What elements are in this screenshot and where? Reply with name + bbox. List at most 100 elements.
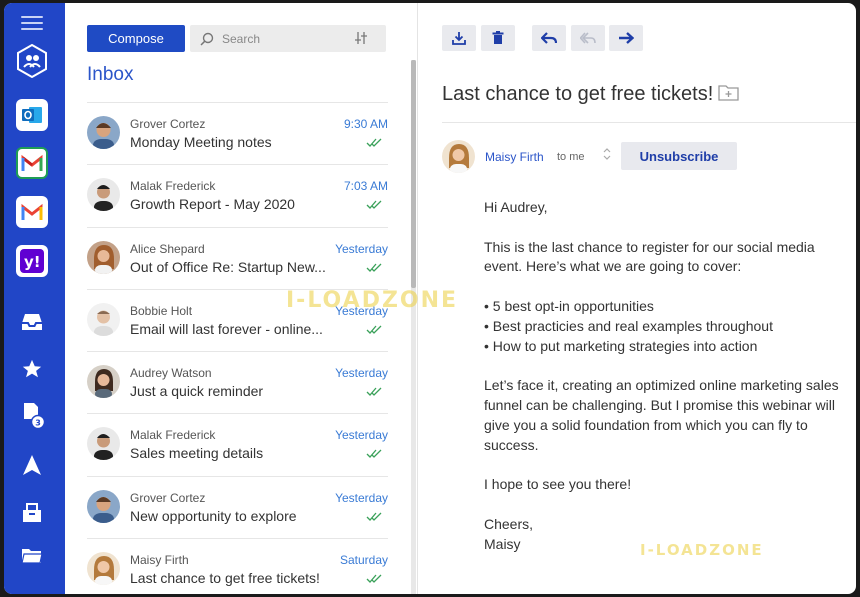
list-item[interactable]: Maisy Firth Last chance to get free tick… <box>87 538 388 594</box>
message-time: Yesterday <box>335 428 388 443</box>
stack-icon[interactable]: 3 <box>16 399 48 431</box>
sender-name: Grover Cortez <box>130 117 206 131</box>
filter-sliders-icon[interactable] <box>354 31 368 45</box>
watermark-text: I-LOADZONE <box>640 541 764 559</box>
sidebar-rail: y! 3 <box>4 3 65 594</box>
avatar <box>87 302 120 336</box>
gmail-icon[interactable] <box>16 196 48 228</box>
mail-app-window: y! 3 Compose Search Inbox Grover Cortez … <box>4 3 856 594</box>
message-subject: Out of Office Re: Startup New... <box>130 258 326 275</box>
message-list: Grover Cortez Monday Meeting notes 9:30 … <box>87 102 388 594</box>
list-item[interactable]: Audrey Watson Just a quick reminder Yest… <box>87 351 388 413</box>
avatar <box>87 365 120 399</box>
sender-name: Bobbie Holt <box>130 303 193 318</box>
double-check-icon <box>366 387 382 397</box>
double-check-icon <box>366 263 382 272</box>
email-body: Hi Audrey, This is the last chance to re… <box>484 198 854 554</box>
body-paragraph: Let’s face it, creating an optimized onl… <box>484 377 839 453</box>
sender-name[interactable]: Maisy Firth <box>485 150 544 164</box>
list-item[interactable]: Grover Cortez Monday Meeting notes 9:30 … <box>87 102 388 164</box>
sender-name: Malak Frederick <box>130 428 216 443</box>
reply-all-button[interactable] <box>571 25 605 51</box>
message-subject: Growth Report - May 2020 <box>130 196 295 213</box>
list-item[interactable]: Malak Frederick Growth Report - May 2020… <box>87 164 388 226</box>
compose-button[interactable]: Compose <box>87 25 185 52</box>
svg-text:3: 3 <box>35 419 41 428</box>
delete-button[interactable] <box>481 25 515 51</box>
star-icon[interactable] <box>16 353 48 385</box>
folder-title: Inbox <box>87 64 134 85</box>
avatar <box>87 178 120 212</box>
avatar <box>87 489 120 523</box>
reply-icon <box>541 32 557 44</box>
recipient-label: to me <box>557 151 585 163</box>
message-time: Yesterday <box>335 490 388 505</box>
search-icon <box>200 32 214 46</box>
message-subject: New opportunity to explore <box>130 507 297 524</box>
gmail-icon[interactable] <box>16 147 48 179</box>
email-subject: Last chance to get free tickets! <box>442 83 714 105</box>
double-check-icon <box>366 138 382 147</box>
double-check-icon <box>366 200 382 210</box>
list-item[interactable]: Malak Frederick Sales meeting details Ye… <box>87 413 388 475</box>
list-scrollbar-thumb[interactable] <box>411 60 416 288</box>
outlook-icon[interactable] <box>16 99 48 131</box>
message-subject: Monday Meeting notes <box>130 134 272 150</box>
reply-button[interactable] <box>532 25 566 51</box>
double-check-icon <box>366 574 382 584</box>
reading-pane: Last chance to get free tickets! Maisy F… <box>417 3 856 594</box>
download-icon <box>452 32 466 45</box>
message-time: Yesterday <box>335 366 388 381</box>
double-check-icon <box>366 512 382 521</box>
add-to-folder-icon[interactable] <box>718 84 740 102</box>
greeting: Hi Audrey, <box>484 199 548 215</box>
message-subject: Last chance to get free tickets! <box>130 570 320 587</box>
avatar <box>87 116 120 149</box>
team-accounts-icon[interactable] <box>16 44 48 78</box>
chevron-up-down-icon[interactable] <box>603 148 611 160</box>
search-placeholder: Search <box>222 31 261 46</box>
message-subject: Email will last forever - online... <box>130 320 323 337</box>
sender-name: Maisy Firth <box>130 553 189 568</box>
double-check-icon <box>366 450 382 459</box>
download-button[interactable] <box>442 25 476 51</box>
message-time: Yesterday <box>335 241 388 256</box>
sender-name: Malak Frederick <box>130 179 216 194</box>
sender-name: Alice Shepard <box>130 241 205 256</box>
send-icon[interactable] <box>16 449 48 481</box>
avatar <box>87 240 120 274</box>
yahoo-icon[interactable]: y! <box>16 245 48 277</box>
watermark-text: I-LOADZONE <box>286 288 459 313</box>
inbox-tray-icon[interactable] <box>16 306 48 338</box>
avatar <box>87 427 120 461</box>
message-subject: Just a quick reminder <box>130 383 264 400</box>
bullet-list: 5 best opt-in opportunities Best practic… <box>484 297 854 356</box>
message-time: Saturday <box>339 553 388 568</box>
message-time: 7:03 AM <box>343 179 388 194</box>
body-paragraph: This is the last chance to register for … <box>484 238 815 275</box>
bullet-item: How to put marketing strategies into act… <box>484 337 854 357</box>
body-paragraph: I hope to see you there! <box>484 476 632 493</box>
header-divider <box>442 122 856 123</box>
avatar <box>87 552 120 586</box>
list-item[interactable]: Alice Shepard Out of Office Re: Startup … <box>87 226 388 289</box>
menu-icon[interactable] <box>21 16 43 34</box>
list-item[interactable]: Grover Cortez New opportunity to explore… <box>87 475 388 538</box>
sender-name: Grover Cortez <box>130 490 206 505</box>
message-subject: Sales meeting details <box>130 445 264 462</box>
unsubscribe-button[interactable]: Unsubscribe <box>621 142 737 170</box>
double-check-icon <box>366 325 382 334</box>
forward-button[interactable] <box>609 25 643 51</box>
folder-icon[interactable] <box>16 540 48 572</box>
search-input[interactable]: Search <box>190 25 386 52</box>
bullet-item: Best practicies and real examples throug… <box>484 317 854 337</box>
archive-box-icon[interactable] <box>16 497 48 529</box>
reply-all-icon <box>580 32 596 44</box>
bullet-item: 5 best opt-in opportunities <box>484 297 854 317</box>
avatar <box>442 140 475 173</box>
svg-text:y!: y! <box>24 253 41 271</box>
message-time: 9:30 AM <box>343 117 388 131</box>
sender-name: Audrey Watson <box>130 366 212 381</box>
forward-arrow-icon <box>619 32 634 44</box>
trash-icon <box>492 31 504 44</box>
